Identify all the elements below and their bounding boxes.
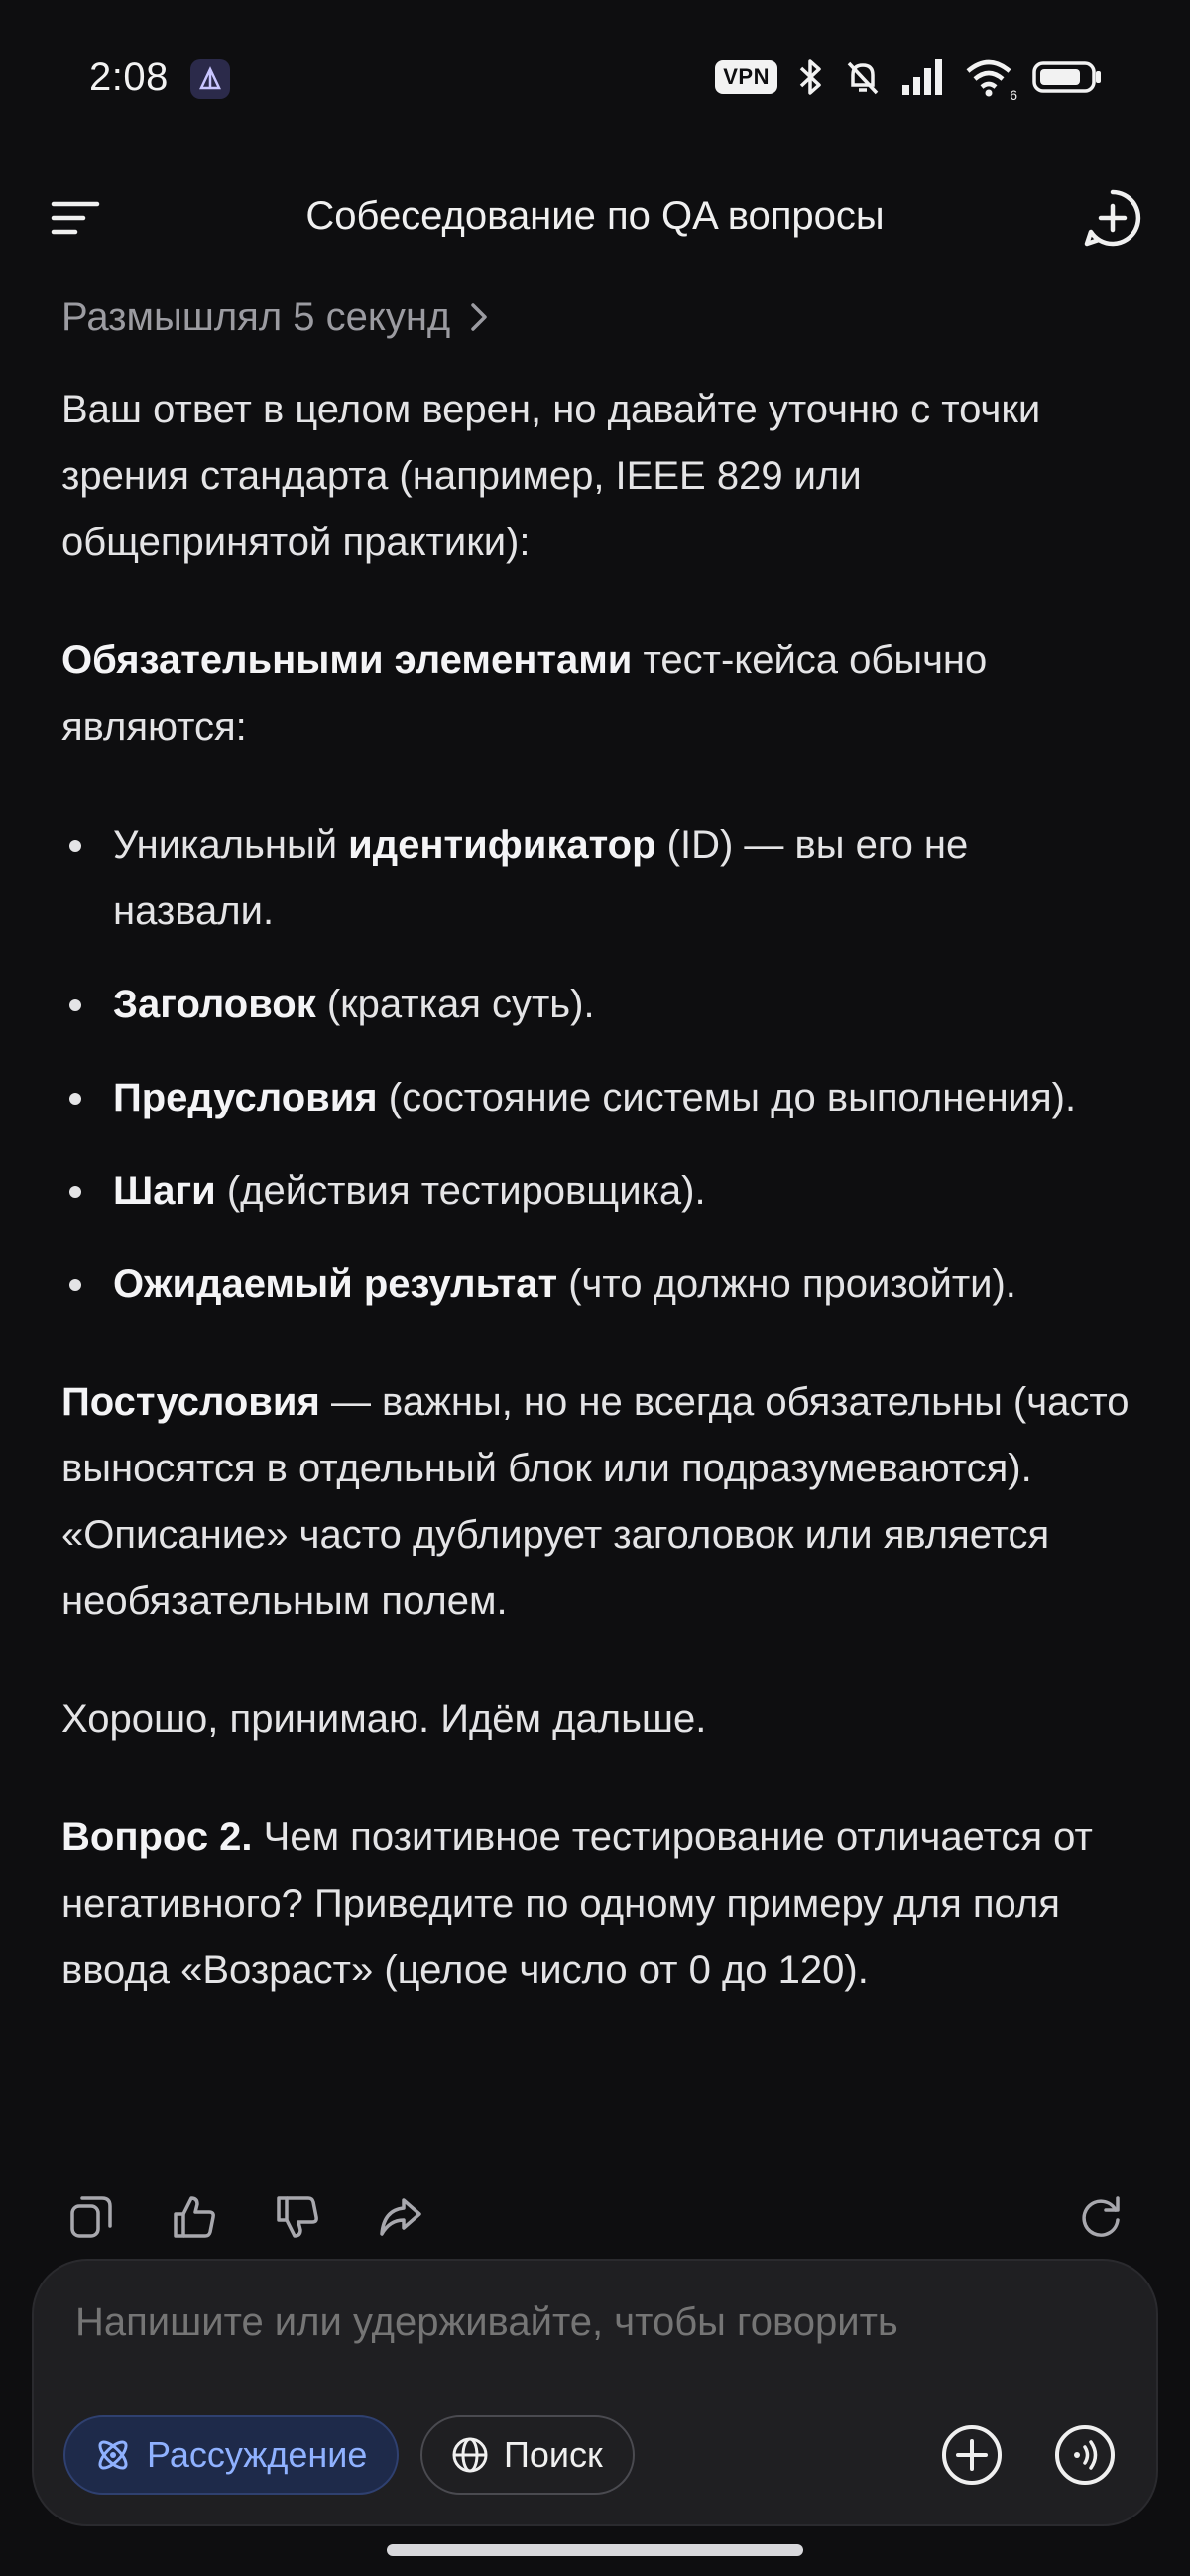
- message-input[interactable]: [75, 2300, 1107, 2345]
- like-button[interactable]: [167, 2189, 222, 2245]
- status-bar: 2:08 VPN 6: [0, 0, 1190, 159]
- list-item-bold: Ожидаемый результат: [113, 1262, 558, 1306]
- question-bold: Вопрос 2.: [61, 1815, 253, 1859]
- attach-button[interactable]: [936, 2419, 1008, 2491]
- chat-title: Собеседование по QA вопросы: [305, 194, 885, 238]
- thinking-toggle[interactable]: Размышлял 5 секунд: [61, 288, 1132, 347]
- list-item-post: (действия тестировщика).: [215, 1169, 706, 1213]
- refresh-icon: [1082, 2196, 1120, 2237]
- menu-button[interactable]: [40, 182, 111, 254]
- app-notification-icon: [190, 59, 230, 99]
- list-item: Шаги (действия тестировщика).: [61, 1158, 1132, 1225]
- copy-icon: [70, 2196, 112, 2238]
- list-item-post: (краткая суть).: [315, 983, 595, 1026]
- list-item: Ожидаемый результат (что должно произойт…: [61, 1251, 1132, 1318]
- list-item-bold: Заголовок: [113, 983, 316, 1026]
- mandatory-list: Уникальный идентификатор (ID) — вы его н…: [61, 812, 1132, 1318]
- assistant-message: Размышлял 5 секунд Ваш ответ в целом вер…: [61, 288, 1132, 2055]
- intro-paragraph: Ваш ответ в целом верен, но давайте уточ…: [61, 388, 1041, 564]
- globe-icon: [452, 2437, 488, 2473]
- thumbs-up-icon: [174, 2196, 215, 2238]
- chat-header: Собеседование по QA вопросы: [0, 159, 1190, 278]
- mandatory-paragraph: Обязательными элементами тест-кейса обыч…: [61, 628, 1132, 761]
- list-item: Заголовок (краткая суть).: [61, 972, 1132, 1038]
- postconditions-bold: Постусловия: [61, 1380, 320, 1424]
- copy-button[interactable]: [63, 2189, 119, 2245]
- status-time: 2:08: [89, 56, 169, 99]
- signal-icon: [902, 59, 942, 95]
- list-item-post: (состояние системы до выполнения).: [377, 1076, 1077, 1119]
- share-icon: [380, 2198, 421, 2236]
- list-item-bold: идентификатор: [348, 823, 656, 867]
- new-chat-icon: [1084, 189, 1141, 247]
- list-item: Предусловия (состояние системы до выполн…: [61, 1065, 1132, 1131]
- list-item-pre: Уникальный: [113, 823, 349, 867]
- reasoning-toggle[interactable]: Рассуждение: [63, 2415, 400, 2495]
- question-paragraph: Вопрос 2. Чем позитивное тестирование от…: [61, 1805, 1132, 2004]
- menu-icon: [51, 201, 100, 235]
- composer: Рассуждение Поиск: [32, 2259, 1158, 2526]
- home-indicator[interactable]: [387, 2544, 803, 2556]
- wifi-icon: 6: [964, 58, 1017, 103]
- vpn-icon: VPN: [715, 60, 777, 94]
- mandatory-bold: Обязательными элементами: [61, 639, 633, 682]
- plus-circle-icon: [942, 2425, 1002, 2485]
- accept-paragraph: Хорошо, принимаю. Идём дальше.: [61, 1698, 707, 1741]
- search-label: Поиск: [504, 2434, 603, 2475]
- mute-bell-icon: [847, 61, 879, 95]
- share-button[interactable]: [373, 2189, 428, 2245]
- wifi-label: 6: [1010, 87, 1017, 103]
- list-item-post: (что должно произойти).: [557, 1262, 1016, 1306]
- list-item: Уникальный идентификатор (ID) — вы его н…: [61, 812, 1132, 945]
- reasoning-label: Рассуждение: [147, 2434, 368, 2475]
- new-chat-button[interactable]: [1073, 178, 1152, 258]
- battery-icon: [1032, 61, 1101, 93]
- voice-wave-icon: [1055, 2425, 1115, 2485]
- search-toggle[interactable]: Поиск: [420, 2415, 635, 2495]
- bluetooth-icon: [799, 59, 821, 95]
- dislike-button[interactable]: [270, 2189, 325, 2245]
- voice-mode-button[interactable]: [1049, 2419, 1121, 2491]
- message-actions: [0, 2181, 1190, 2251]
- atom-icon: [98, 2440, 128, 2470]
- status-icons: VPN 6: [715, 58, 1103, 103]
- list-item-bold: Шаги: [113, 1169, 216, 1213]
- list-item-bold: Предусловия: [113, 1076, 378, 1119]
- thinking-label: Размышлял 5 секунд: [61, 294, 451, 339]
- chevron-right-icon: [471, 303, 488, 331]
- postconditions-paragraph: Постусловия — важны, но не всегда обязат…: [61, 1369, 1132, 1635]
- thumbs-down-icon: [277, 2196, 318, 2238]
- regenerate-button[interactable]: [1073, 2189, 1129, 2245]
